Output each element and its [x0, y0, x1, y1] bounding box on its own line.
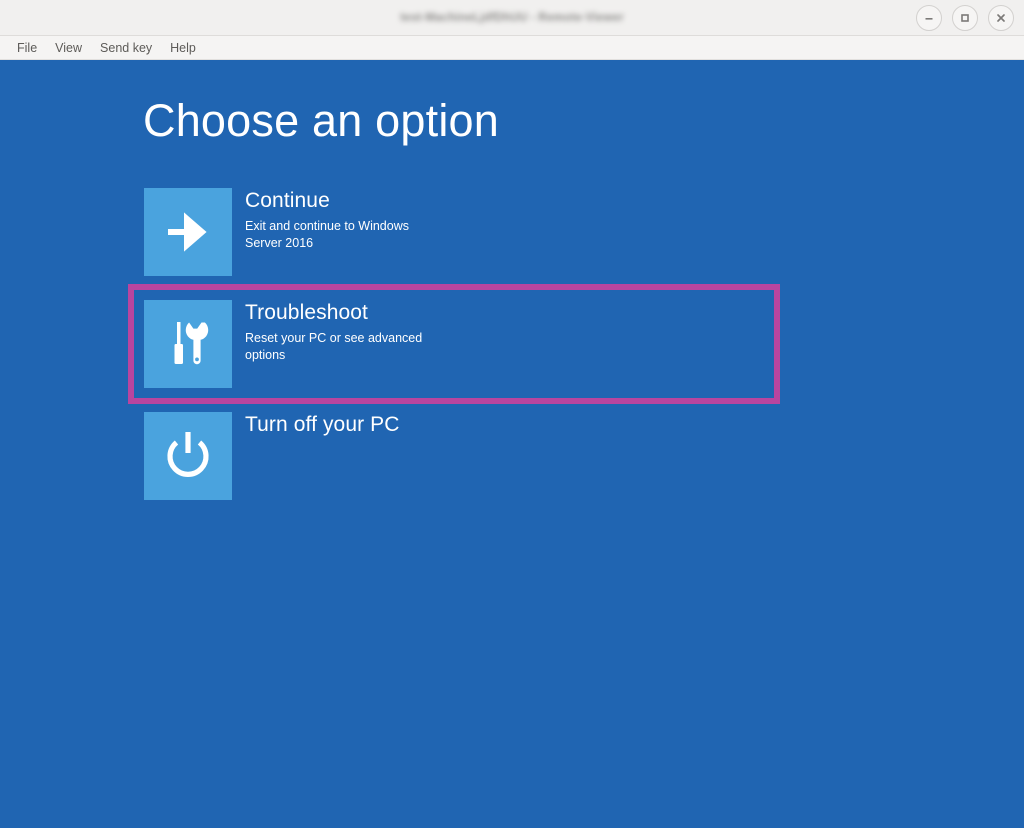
recovery-option-turn-off[interactable]: Turn off your PC — [144, 412, 764, 500]
troubleshoot-title: Troubleshoot — [245, 301, 368, 324]
remote-viewer-window: test-MachineLjdfDhUU - Remote-Viewer Fil… — [0, 0, 1024, 828]
windows-recovery-screen: Choose an option Continue Exit and conti… — [0, 60, 1024, 828]
maximize-button[interactable] — [952, 5, 978, 31]
continue-title: Continue — [245, 189, 330, 212]
recovery-options-list: Continue Exit and continue to Windows Se… — [128, 188, 780, 524]
menu-item-help[interactable]: Help — [161, 39, 205, 57]
title-bar: test-MachineLjdfDhUU - Remote-Viewer — [0, 0, 1024, 36]
window-title: test-MachineLjdfDhUU - Remote-Viewer — [400, 11, 624, 24]
continue-tile — [144, 188, 232, 276]
menu-item-file[interactable]: File — [8, 39, 46, 57]
power-icon — [167, 432, 209, 477]
page-title: Choose an option — [143, 95, 499, 146]
menu-item-view[interactable]: View — [46, 39, 91, 57]
arrow-right-icon — [168, 212, 207, 252]
close-icon — [997, 14, 1005, 22]
troubleshoot-tile — [144, 300, 232, 388]
screwdriver-wrench-icon — [174, 322, 209, 365]
turn-off-title: Turn off your PC — [245, 413, 400, 436]
menu-item-send-key[interactable]: Send key — [91, 39, 161, 57]
continue-description: Exit and continue to Windows Server 2016 — [245, 218, 409, 251]
minimize-icon — [925, 18, 933, 20]
recovery-option-troubleshoot[interactable]: Troubleshoot Reset your PC or see advanc… — [128, 284, 780, 404]
maximize-icon — [961, 14, 969, 22]
turn-off-text-block: Turn off your PC — [232, 412, 442, 442]
turn-off-tile — [144, 412, 232, 500]
continue-text-block: Continue Exit and continue to Windows Se… — [232, 188, 442, 252]
menu-bar: File View Send key Help — [0, 36, 1024, 60]
minimize-button[interactable] — [916, 5, 942, 31]
troubleshoot-text-block: Troubleshoot Reset your PC or see advanc… — [232, 300, 442, 364]
recovery-option-continue[interactable]: Continue Exit and continue to Windows Se… — [144, 188, 764, 276]
window-controls — [916, 0, 1014, 36]
close-button[interactable] — [988, 5, 1014, 31]
troubleshoot-description: Reset your PC or see advanced options — [245, 330, 423, 363]
